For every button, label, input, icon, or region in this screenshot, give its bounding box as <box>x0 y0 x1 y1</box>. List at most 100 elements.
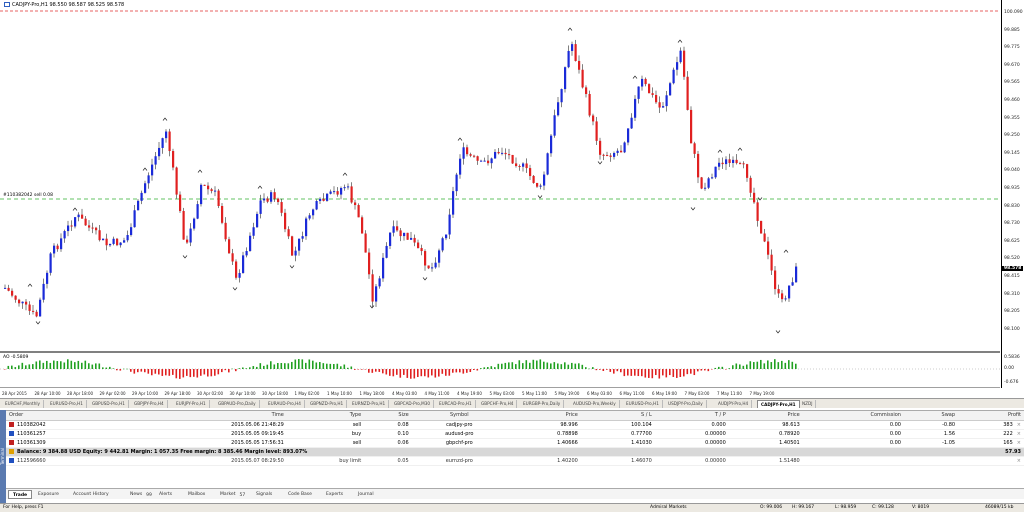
chart-tab[interactable]: EURAUD-Pro,H4 <box>265 400 305 408</box>
ao-bar <box>578 363 580 369</box>
terminal-tab[interactable]: Mailbox <box>184 490 209 499</box>
ao-bar <box>270 361 272 369</box>
chart-tab[interactable]: EURGBP-Pro,Daily <box>520 400 565 408</box>
sl-cell: 0.77700 <box>580 429 655 439</box>
ao-bar <box>588 368 591 370</box>
ao-bar <box>231 368 234 370</box>
terminal-tab[interactable]: Market 57 <box>216 490 245 499</box>
terminal-tab[interactable]: Trade <box>8 490 33 499</box>
candle-body <box>245 251 248 256</box>
chart-tabs-bar: EURCHF,Monthly EURUSD-Pro,H1 GBPUSD-Pro,H1… <box>0 398 1024 408</box>
close-order-icon[interactable]: × <box>1013 431 1021 437</box>
symbol-cell: gbpchf-pro <box>411 438 507 448</box>
ao-bar <box>557 363 559 369</box>
delete-order-icon[interactable]: × <box>1013 458 1021 464</box>
chart-tab[interactable]: EURUSD-Pro,H1 <box>623 400 663 408</box>
column-header[interactable]: Time <box>124 411 287 421</box>
chart-tab[interactable]: CADJPY-Pro,H1 <box>757 400 800 408</box>
terminal-tab[interactable]: News 99 <box>126 490 152 499</box>
chart-tab[interactable]: NZDJ <box>799 400 817 408</box>
fractal-arrow <box>457 137 463 141</box>
ao-bar <box>686 369 689 375</box>
column-header[interactable]: Swap <box>903 411 959 421</box>
commission-cell: 0.00 <box>802 429 904 439</box>
terminal-tab[interactable]: Alerts <box>155 490 176 499</box>
price-axis[interactable]: 100.090 99.885 99.775 99.670 99.565 99.460 99.… <box>1001 0 1024 388</box>
close-order-icon[interactable]: × <box>1013 422 1021 428</box>
chart-tab[interactable]: AUDUSD-Pro,Weekly <box>570 400 620 408</box>
order-row[interactable]: 110361257 2015.05.05 09:19:45 buy 0.10 audus… <box>6 429 1024 439</box>
fractal-arrow <box>142 167 148 171</box>
chart-tab[interactable]: EURCAD-Pro,H1 <box>436 400 476 408</box>
status-profile[interactable]: Admiral Markets <box>650 505 687 510</box>
chart-tab[interactable]: EURUSD-Pro,H1 <box>47 400 87 408</box>
candle-body <box>116 238 119 246</box>
terminal-tab[interactable]: Experts <box>322 490 347 499</box>
ao-bar <box>18 365 20 369</box>
chart-tab[interactable]: USDJPY-Pro,Daily <box>665 400 707 408</box>
candle-body <box>186 239 189 243</box>
ao-bar <box>662 369 664 376</box>
order-row[interactable]: 110361309 2015.05.05 17:56:31 sell 0.06 gbpc… <box>6 438 1024 448</box>
column-header[interactable]: Commission <box>802 411 904 421</box>
candle-body <box>637 86 640 99</box>
chart-tab[interactable]: EURCHF,Monthly <box>2 400 44 408</box>
column-header[interactable]: T / P <box>654 411 729 421</box>
chart-tab[interactable]: GBPAUD-Pro,Daily <box>215 400 260 408</box>
ao-bar <box>567 364 570 369</box>
column-header[interactable]: Price <box>506 411 581 421</box>
candle-body <box>777 289 780 294</box>
chart-tab[interactable]: GBPJPY-Pro,H4 <box>131 400 168 408</box>
price-chart[interactable]: CADJPY-Pro,H1 98.550 98.587 98.525 98.57… <box>0 0 1000 396</box>
column-header[interactable]: S / L <box>580 411 655 421</box>
terminal-tab[interactable]: Exposure <box>34 490 63 499</box>
chart-tab[interactable]: AUDJPY-Pro,H4 <box>715 400 753 408</box>
terminal-tab[interactable]: Signals <box>252 490 276 499</box>
chart-tab[interactable]: GBPNZD-Pro,H1 <box>307 400 348 408</box>
ao-bar <box>634 369 636 376</box>
candle-body <box>721 162 724 165</box>
candle-body <box>235 261 238 278</box>
candle-body <box>270 192 273 202</box>
chart-tab[interactable]: GBPCHF-Pro,H4 <box>478 400 518 408</box>
ao-bar <box>704 369 706 371</box>
column-header[interactable]: Profit <box>958 411 1024 421</box>
chart-tab[interactable]: GBPCAD-Pro,M30 <box>391 400 435 408</box>
sl-cell: 1.46070 <box>580 456 655 466</box>
column-header[interactable]: Price <box>728 411 803 421</box>
pending-order-row[interactable]: 112596660 2015.05.07 08:29:50 buy limit 0.0… <box>6 456 1024 466</box>
candle-body <box>452 191 455 215</box>
candle-body <box>693 143 696 154</box>
candle-body <box>483 160 486 162</box>
column-header[interactable]: Type <box>286 411 365 421</box>
terminal-tab[interactable]: Account History <box>69 490 113 499</box>
column-header[interactable]: Symbol <box>411 411 507 421</box>
candle-body <box>490 158 493 164</box>
time-tick-label: 1 May 10:00 <box>327 391 352 396</box>
ao-bar <box>676 369 678 378</box>
column-header[interactable]: Size <box>364 411 412 421</box>
ao-bar <box>39 360 41 369</box>
chart-tab[interactable]: GBPUSD-Pro,H1 <box>89 400 129 408</box>
candle-body <box>168 131 171 152</box>
column-header[interactable]: Order <box>6 411 125 421</box>
time-tick-label: 28 Apr 18:00 <box>67 391 94 396</box>
candle-body <box>536 182 539 187</box>
terminal-tab[interactable]: Journal <box>354 490 378 499</box>
candle-body <box>781 293 784 300</box>
order-row[interactable]: 110382042 2015.05.06 21:48:29 sell 0.08 cadj… <box>6 420 1024 430</box>
close-order-icon[interactable]: × <box>1013 440 1021 446</box>
ao-bar <box>7 365 10 369</box>
candle-body <box>231 253 234 262</box>
candle-body <box>105 238 108 246</box>
current-price-cell: 1.40501 <box>728 438 803 448</box>
candle-body <box>165 131 168 139</box>
ao-bar <box>95 363 97 369</box>
chart-tab[interactable]: EURJPY-Pro,H1 <box>173 400 210 408</box>
chart-tab[interactable]: EURNZD-Pro,H1 <box>349 400 390 408</box>
candle-body <box>546 153 549 175</box>
ao-bar <box>658 369 661 379</box>
candle-body <box>88 225 91 228</box>
terminal-tab[interactable]: Code Base <box>284 490 316 499</box>
candle-body <box>98 230 101 241</box>
